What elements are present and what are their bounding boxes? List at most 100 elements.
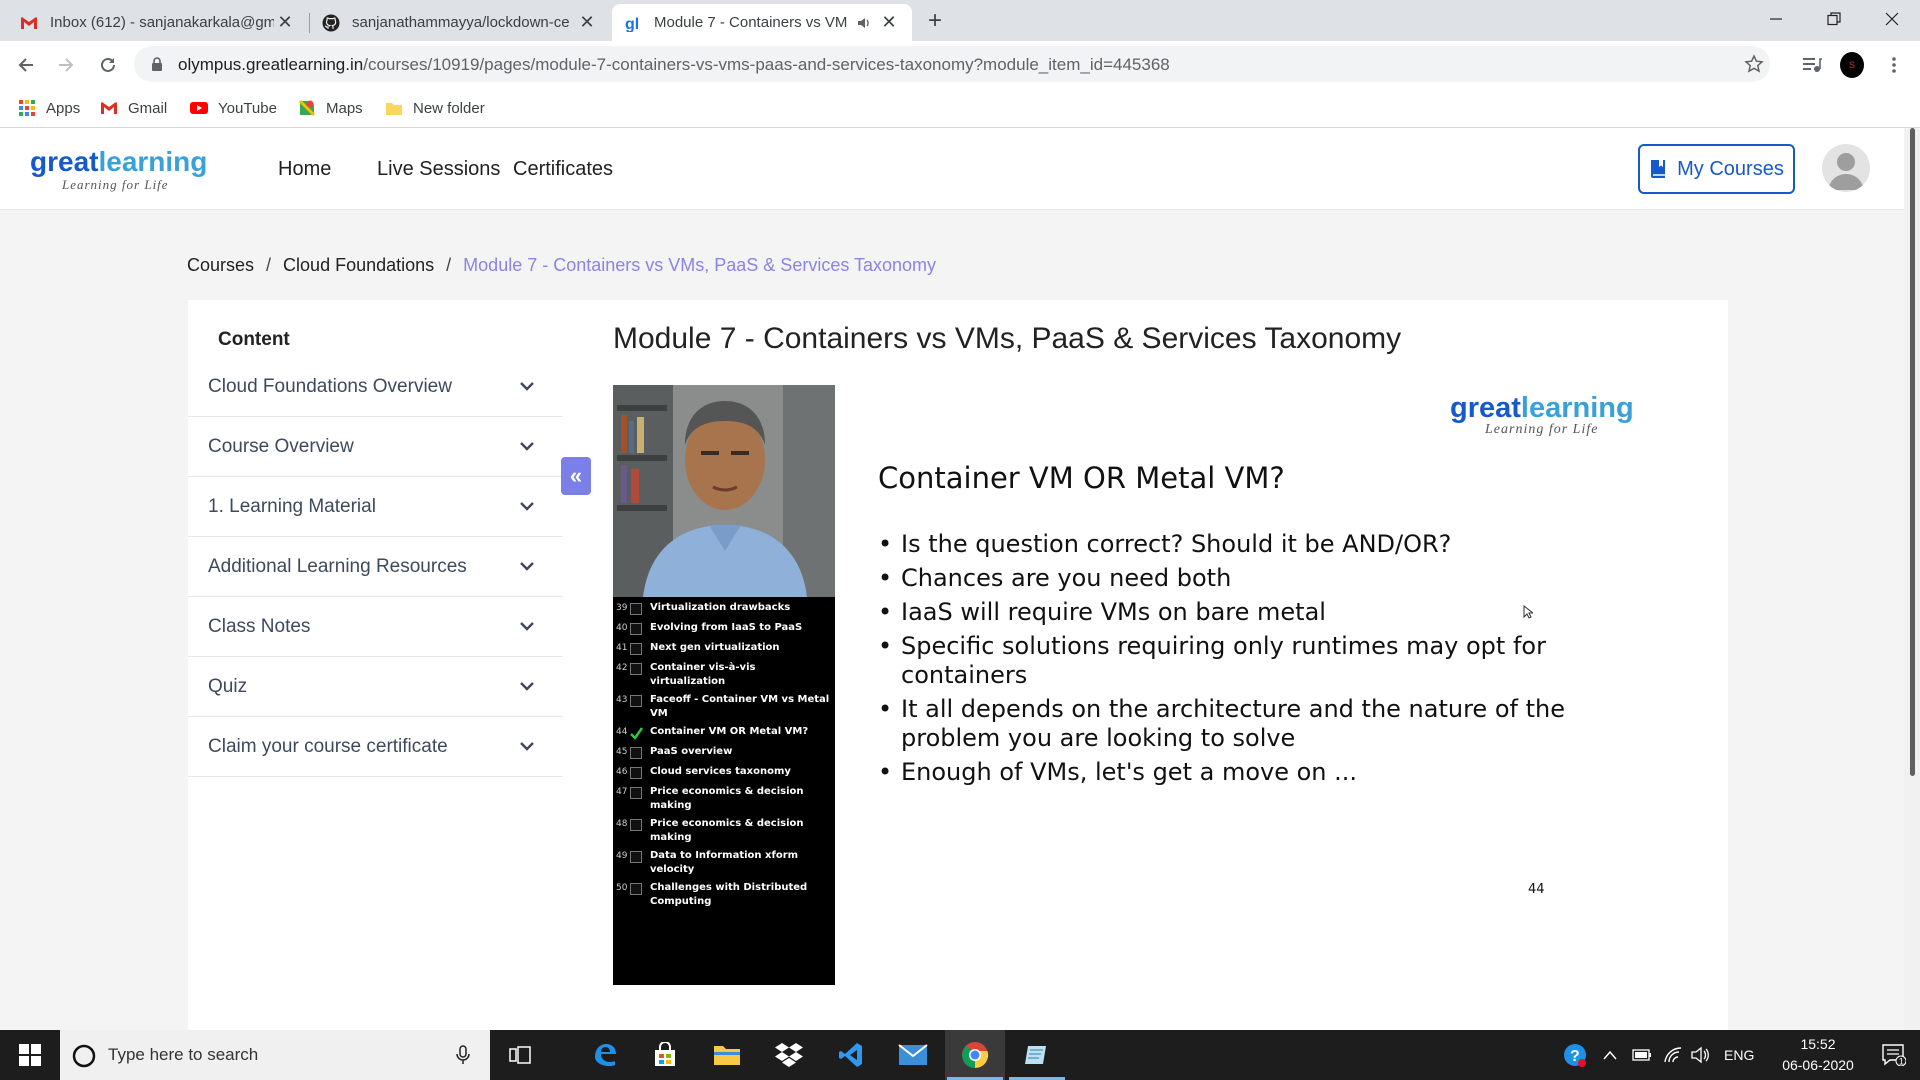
nav-home[interactable]: Home (278, 158, 331, 181)
checkbox-icon (630, 851, 642, 863)
reload-button[interactable] (96, 53, 120, 77)
bookmark-gmail[interactable]: Gmail (100, 96, 167, 120)
action-center-button[interactable]: 1 (1868, 1030, 1920, 1080)
chapter-number: 43 (616, 695, 628, 705)
browser-toolbar: olympus.greatlearning.in/courses/10919/p… (0, 41, 1920, 88)
gmail-icon (21, 16, 37, 29)
sidebar-item-cloud-foundations-overview[interactable]: Cloud Foundations Overview (188, 357, 563, 417)
sidebar-item-class-notes[interactable]: Class Notes (188, 597, 563, 657)
mouse-cursor-icon (1523, 605, 1533, 619)
restore-button[interactable] (1805, 0, 1863, 38)
breadcrumb-courses[interactable]: Courses (187, 255, 254, 275)
sidebar-item-additional-resources[interactable]: Additional Learning Resources (188, 537, 563, 597)
folder-icon (714, 1046, 740, 1065)
svg-text:Learning for Life: Learning for Life (61, 177, 169, 192)
start-button[interactable] (0, 1030, 60, 1080)
checkbox-icon (630, 767, 642, 779)
chapter-number: 49 (616, 851, 628, 861)
taskbar-app[interactable] (1007, 1030, 1067, 1080)
chevron-down-icon (520, 382, 534, 391)
microphone-icon[interactable] (456, 1045, 470, 1065)
tab-module-7[interactable]: gl Module 7 - Containers vs VM ✕ (612, 4, 912, 41)
edge-icon (595, 1044, 616, 1066)
back-button[interactable] (14, 53, 38, 77)
bookmark-apps[interactable]: Apps (18, 96, 80, 120)
taskbar-chrome[interactable] (945, 1030, 1005, 1080)
forward-arrow-icon (59, 58, 74, 72)
lecturer-video-frame (613, 385, 835, 597)
show-hidden-icons[interactable] (1603, 1030, 1617, 1080)
close-tab-icon[interactable]: ✕ (878, 12, 900, 34)
restore-icon (1827, 12, 1841, 26)
checkbox-icon (630, 747, 642, 759)
my-courses-label: My Courses (1677, 157, 1784, 180)
chevron-down-icon (520, 442, 534, 451)
forward-button[interactable] (54, 53, 78, 77)
video-player[interactable]: 39 Virtualization drawbacks 40 Evolving fro… (613, 385, 1677, 985)
my-courses-button[interactable]: My Courses (1638, 144, 1795, 194)
chapter-title: Next gen virtualization (650, 642, 780, 653)
chevron-down-icon (520, 682, 534, 691)
speaker-icon[interactable] (856, 15, 872, 31)
browser-menu-button[interactable] (1882, 53, 1906, 77)
taskbar-dropbox[interactable] (759, 1030, 819, 1080)
user-avatar[interactable] (1822, 144, 1870, 192)
tab-github[interactable]: sanjanathammayya/lockdown-ce ✕ (310, 4, 610, 41)
close-tab-icon[interactable]: ✕ (274, 12, 296, 34)
reload-icon (101, 57, 115, 72)
slide-greatlearning-logo: greatlearning Learning for Life (1450, 390, 1650, 440)
taskbar-edge[interactable] (575, 1030, 635, 1080)
sidebar-item-claim-certificate[interactable]: Claim your course certificate (188, 717, 563, 777)
svg-text:gl: gl (625, 16, 639, 32)
chevron-down-icon (520, 742, 534, 751)
collapse-sidebar-button[interactable]: « (561, 457, 591, 495)
close-icon (1885, 12, 1899, 26)
chapter-title: Evolving from IaaS to PaaS (650, 622, 803, 633)
sidebar-item-learning-material[interactable]: 1. Learning Material (188, 477, 563, 537)
nav-certificates[interactable]: Certificates (513, 158, 613, 181)
tab-gmail[interactable]: Inbox (612) - sanjanakarkala@gm ✕ (8, 4, 308, 41)
url-path: /courses/10919/pages/module-7-containers… (363, 55, 1170, 74)
taskbar-store[interactable] (635, 1030, 695, 1080)
taskbar-file-explorer[interactable] (697, 1030, 757, 1080)
minimize-button[interactable] (1747, 0, 1805, 38)
nav-live-sessions[interactable]: Live Sessions (377, 158, 500, 181)
taskbar-clock[interactable]: 15:52 06-06-2020 (1768, 1034, 1868, 1076)
bookmark-maps[interactable]: Maps (298, 96, 363, 120)
page-scrollbar-thumb[interactable] (1910, 128, 1915, 776)
chapter-title: Container VM OR Metal VM? (650, 726, 809, 737)
new-tab-button[interactable]: + (922, 7, 948, 34)
taskbar-search-box[interactable]: Type here to search (60, 1030, 490, 1080)
close-tab-icon[interactable]: ✕ (576, 12, 598, 34)
bookmarks-bar: Apps Gmail YouTube Maps New folder (0, 88, 1920, 128)
help-tray-icon[interactable]: ? (1562, 1030, 1588, 1080)
lecturer-panel: 39 Virtualization drawbacks 40 Evolving fro… (613, 385, 835, 985)
wifi-tray[interactable] (1663, 1030, 1683, 1080)
sidebar-item-course-overview[interactable]: Course Overview (188, 417, 563, 477)
task-view-icon (509, 1046, 531, 1064)
battery-tray[interactable] (1632, 1030, 1652, 1080)
chapter-number: 39 (616, 603, 628, 613)
language-indicator[interactable]: ENG (1724, 1030, 1754, 1080)
bookmark-youtube[interactable]: YouTube (190, 96, 277, 120)
content-title: Content (218, 329, 290, 350)
address-bar[interactable]: olympus.greatlearning.in/courses/10919/p… (134, 46, 1770, 82)
bookmark-new-folder[interactable]: New folder (385, 96, 485, 120)
taskbar-vscode[interactable] (821, 1030, 881, 1080)
volume-tray[interactable] (1690, 1030, 1710, 1080)
star-icon[interactable] (1744, 54, 1764, 74)
close-window-button[interactable] (1863, 0, 1920, 38)
browser-tab-strip: Inbox (612) - sanjanakarkala@gm ✕ sanjan… (0, 0, 1920, 41)
profile-button[interactable]: S (1840, 52, 1864, 78)
tab-title: sanjanathammayya/lockdown-ce (352, 14, 570, 31)
greatlearning-logo[interactable]: greatlearning Learning for Life (30, 144, 230, 194)
checkmark-icon (630, 727, 643, 740)
task-view-button[interactable] (490, 1030, 550, 1080)
taskbar-search-placeholder: Type here to search (108, 1045, 259, 1064)
sidebar-item-quiz[interactable]: Quiz (188, 657, 563, 717)
taskbar-mail[interactable] (883, 1030, 943, 1080)
breadcrumb-cloud-foundations[interactable]: Cloud Foundations (283, 255, 434, 275)
media-control-button[interactable] (1800, 53, 1824, 77)
volume-icon (1691, 1046, 1709, 1064)
bookmark-label: Maps (326, 99, 363, 117)
